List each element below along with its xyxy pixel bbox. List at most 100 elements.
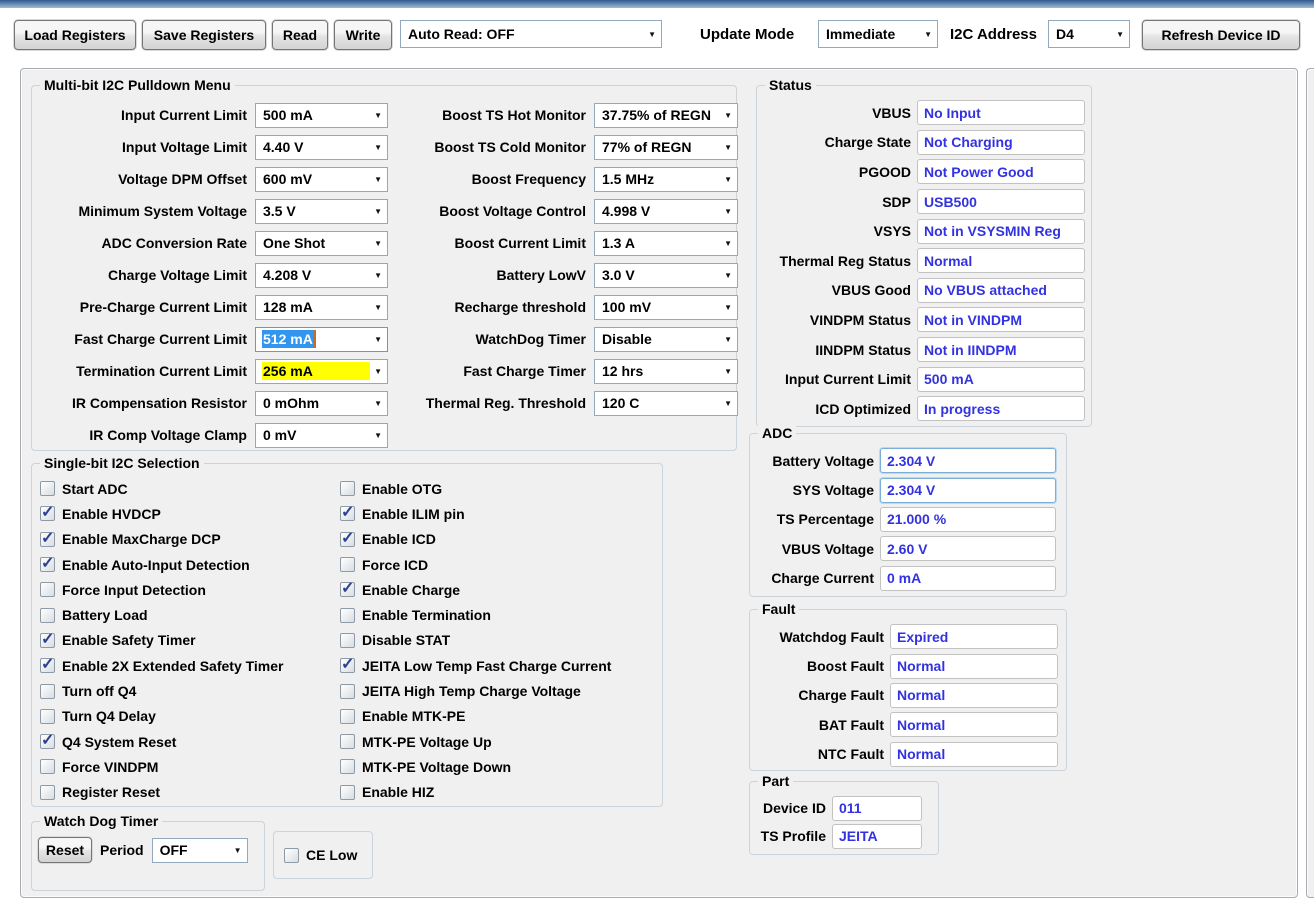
field-label: Pre-Charge Current Limit: [32, 299, 247, 315]
watchdog-reset-button[interactable]: Reset: [38, 837, 92, 863]
value-field: Normal: [890, 683, 1058, 708]
checkbox[interactable]: ✓: [340, 633, 355, 648]
dropdown[interactable]: 0 mOhm ▼: [255, 391, 388, 416]
checkbox-row[interactable]: ✓ JEITA Low Temp Fast Charge Current: [340, 653, 611, 678]
dropdown[interactable]: 4.40 V ▼: [255, 135, 388, 160]
checkbox[interactable]: ✓: [340, 709, 355, 724]
checkbox-row[interactable]: ✓ Turn off Q4: [40, 678, 284, 703]
dropdown-value: 1.3 A: [601, 234, 636, 252]
checkbox[interactable]: ✓: [40, 582, 55, 597]
checkbox[interactable]: ✓: [340, 506, 355, 521]
dropdown[interactable]: 1.5 MHz ▼: [594, 167, 738, 192]
dropdown[interactable]: 500 mA ▼: [255, 103, 388, 128]
refresh-device-id-button[interactable]: Refresh Device ID: [1142, 20, 1300, 50]
field-label: Minimum System Voltage: [32, 203, 247, 219]
checkbox-label: Enable Charge: [362, 582, 460, 598]
watchdog-period-label: Period: [100, 842, 144, 858]
checkbox-row[interactable]: ✓ Force Input Detection: [40, 577, 284, 602]
dropdown[interactable]: 128 mA ▼: [255, 295, 388, 320]
checkbox[interactable]: ✓: [40, 506, 55, 521]
dropdown[interactable]: 3.5 V ▼: [255, 199, 388, 224]
i2c-address-dropdown[interactable]: D4 ▼: [1048, 20, 1130, 48]
value-label: VINDPM Status: [757, 312, 911, 328]
checkbox-row[interactable]: ✓ Enable ILIM pin: [340, 501, 611, 526]
checkbox-row[interactable]: ✓ Enable OTG: [340, 476, 611, 501]
dropdown[interactable]: 120 C ▼: [594, 391, 738, 416]
checkbox[interactable]: ✓: [340, 532, 355, 547]
checkbox-row[interactable]: ✓ Enable HIZ: [340, 780, 611, 805]
checkbox-row[interactable]: ✓ Enable Safety Timer: [40, 628, 284, 653]
checkbox-row[interactable]: ✓ Force VINDPM: [40, 754, 284, 779]
value-label: VBUS Good: [757, 282, 911, 298]
dropdown[interactable]: 4.208 V ▼: [255, 263, 388, 288]
chevron-down-icon: ▼: [370, 367, 382, 376]
checkbox[interactable]: ✓: [340, 608, 355, 623]
checkbox[interactable]: ✓: [340, 759, 355, 774]
checkbox[interactable]: ✓: [340, 557, 355, 572]
field-label: Voltage DPM Offset: [32, 171, 247, 187]
dropdown[interactable]: 0 mV ▼: [255, 423, 388, 448]
dropdown[interactable]: 4.998 V ▼: [594, 199, 738, 224]
dropdown[interactable]: 600 mV ▼: [255, 167, 388, 192]
checkbox[interactable]: ✓: [40, 734, 55, 749]
ce-low-checkbox[interactable]: ✓: [284, 848, 299, 863]
checkbox-row[interactable]: ✓ Enable Termination: [340, 602, 611, 627]
checkbox-row[interactable]: ✓ Q4 System Reset: [40, 729, 284, 754]
dropdown[interactable]: 37.75% of REGN ▼: [594, 103, 738, 128]
checkbox-row[interactable]: ✓ Enable ICD: [340, 527, 611, 552]
watchdog-period-dropdown[interactable]: OFF ▼: [152, 838, 248, 863]
checkbox[interactable]: ✓: [40, 684, 55, 699]
checkbox[interactable]: ✓: [340, 785, 355, 800]
read-button[interactable]: Read: [272, 20, 328, 50]
load-registers-button[interactable]: Load Registers: [14, 20, 136, 50]
checkbox-row[interactable]: ✓ Start ADC: [40, 476, 284, 501]
checkbox[interactable]: ✓: [40, 532, 55, 547]
checkbox-row[interactable]: ✓ Enable Auto-Input Detection: [40, 552, 284, 577]
dropdown[interactable]: 512 mA ▼: [255, 327, 388, 352]
checkbox[interactable]: ✓: [340, 658, 355, 673]
auto-read-dropdown[interactable]: Auto Read: OFF ▼: [400, 20, 662, 48]
checkbox-row[interactable]: ✓ Turn Q4 Delay: [40, 704, 284, 729]
dropdown[interactable]: 1.3 A ▼: [594, 231, 738, 256]
checkbox[interactable]: ✓: [40, 785, 55, 800]
checkbox-row[interactable]: ✓ Enable 2X Extended Safety Timer: [40, 653, 284, 678]
adc-group-title: ADC: [758, 425, 796, 441]
checkbox-row[interactable]: ✓ JEITA High Temp Charge Voltage: [340, 678, 611, 703]
update-mode-dropdown[interactable]: Immediate ▼: [818, 20, 938, 48]
checkbox-row[interactable]: ✓ Force ICD: [340, 552, 611, 577]
checkbox[interactable]: ✓: [40, 759, 55, 774]
save-registers-button[interactable]: Save Registers: [142, 20, 266, 50]
dropdown[interactable]: 12 hrs ▼: [594, 359, 738, 384]
checkbox[interactable]: ✓: [40, 709, 55, 724]
chevron-down-icon: ▼: [370, 399, 382, 408]
checkbox-row[interactable]: ✓ MTK-PE Voltage Down: [340, 754, 611, 779]
checkbox-row[interactable]: ✓ Register Reset: [40, 780, 284, 805]
chevron-down-icon: ▼: [720, 335, 732, 344]
checkbox[interactable]: ✓: [40, 557, 55, 572]
checkbox-row[interactable]: ✓ Battery Load: [40, 602, 284, 627]
dropdown[interactable]: 100 mV ▼: [594, 295, 738, 320]
checkbox[interactable]: ✓: [340, 684, 355, 699]
multibit-row: ADC Conversion Rate One Shot ▼: [32, 227, 388, 259]
write-button[interactable]: Write: [334, 20, 392, 50]
checkbox-row[interactable]: ✓ Disable STAT: [340, 628, 611, 653]
checkbox-row[interactable]: ✓ MTK-PE Voltage Up: [340, 729, 611, 754]
dropdown[interactable]: 256 mA ▼: [255, 359, 388, 384]
checkbox-row[interactable]: ✓ Enable MaxCharge DCP: [40, 527, 284, 552]
dropdown[interactable]: Disable ▼: [594, 327, 738, 352]
value-row: Charge State Not Charging: [757, 128, 1091, 158]
checkbox-row[interactable]: ✓ Enable MTK-PE: [340, 704, 611, 729]
checkbox-label: Enable HIZ: [362, 784, 434, 800]
dropdown[interactable]: 77% of REGN ▼: [594, 135, 738, 160]
checkbox[interactable]: ✓: [340, 582, 355, 597]
checkbox[interactable]: ✓: [40, 633, 55, 648]
dropdown[interactable]: 3.0 V ▼: [594, 263, 738, 288]
checkbox[interactable]: ✓: [340, 734, 355, 749]
checkbox[interactable]: ✓: [40, 481, 55, 496]
checkbox-row[interactable]: ✓ Enable HVDCP: [40, 501, 284, 526]
checkbox[interactable]: ✓: [40, 608, 55, 623]
dropdown[interactable]: One Shot ▼: [255, 231, 388, 256]
checkbox-row[interactable]: ✓ Enable Charge: [340, 577, 611, 602]
checkbox[interactable]: ✓: [340, 481, 355, 496]
checkbox[interactable]: ✓: [40, 658, 55, 673]
